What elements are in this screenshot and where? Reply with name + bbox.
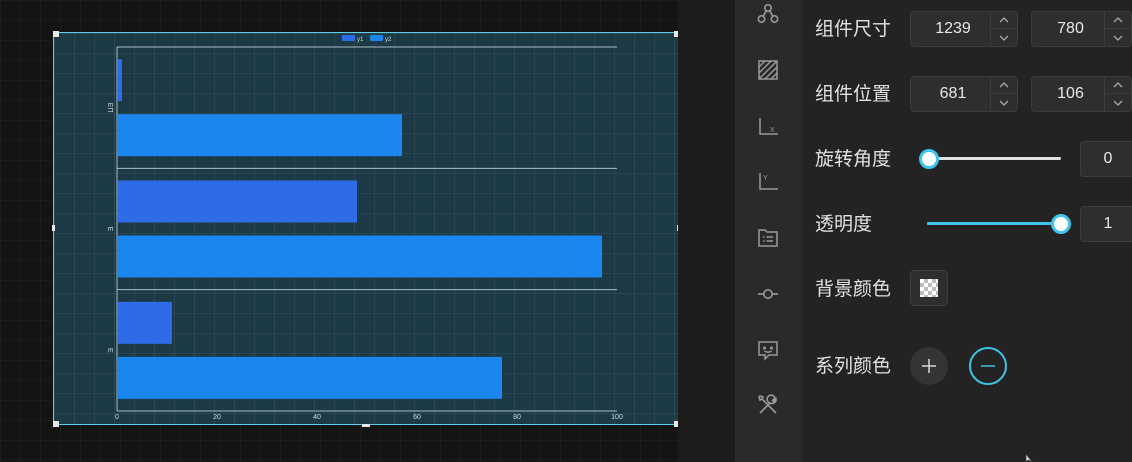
legend-swatch-y1 (342, 35, 355, 41)
height-increment-button[interactable] (1105, 12, 1131, 29)
remove-color-button[interactable] (969, 347, 1007, 385)
opacity-label: 透明度 (815, 213, 873, 235)
chevron-up-icon (1113, 17, 1123, 23)
series-colors-label: 系列颜色 (815, 355, 892, 377)
position-x-decrement-button[interactable] (991, 94, 1017, 111)
bar-y2 (118, 235, 602, 278)
bar-y2 (118, 356, 502, 399)
chevron-up-icon (999, 82, 1009, 88)
bar-chart: ΕΠ Ε Ε 0 20 40 60 80 100 y1 y2 (106, 35, 623, 421)
width-input[interactable]: 1239 (910, 11, 1018, 47)
y-tick-label: Ε (106, 227, 113, 232)
legend-swatch-y2 (370, 35, 383, 41)
x-tick-label: 100 (611, 414, 623, 421)
svg-text:Y: Y (763, 175, 768, 182)
resize-handle-left[interactable] (52, 225, 55, 231)
position-y-value[interactable]: 106 (1032, 77, 1109, 111)
svg-text:X: X (770, 127, 775, 134)
tools-icon[interactable] (756, 393, 780, 417)
opacity-slider-thumb[interactable] (1051, 214, 1071, 234)
x-tick-label: 40 (313, 414, 321, 421)
rotation-slider-track[interactable] (925, 157, 1061, 160)
opacity-slider-fill (927, 222, 1063, 225)
legend-label-y2: y2 (385, 37, 392, 43)
minus-icon (981, 365, 995, 367)
rotation-input[interactable]: 0 (1080, 141, 1132, 177)
tooltip-icon[interactable] (756, 338, 780, 362)
chevron-down-icon (999, 35, 1009, 41)
resize-handle-top-left[interactable] (53, 31, 59, 37)
rotation-slider-thumb[interactable] (919, 149, 939, 169)
legend-icon[interactable] (756, 226, 780, 250)
properties-panel: 组件尺寸 1239 780 组件位置 681 106 旋转角度 0 透明度 1 … (802, 0, 1132, 462)
y-tick-label: Ε (106, 348, 113, 353)
x-tick-label: 80 (513, 414, 521, 421)
bar-y2 (118, 114, 402, 157)
width-increment-button[interactable] (991, 12, 1017, 29)
bar-y1 (118, 180, 357, 223)
background-color-picker[interactable] (910, 270, 948, 306)
rotation-label: 旋转角度 (815, 148, 892, 170)
texture-icon[interactable] (756, 58, 780, 82)
series-point-icon[interactable] (756, 282, 780, 306)
height-value[interactable]: 780 (1032, 12, 1109, 46)
chart-config-toolbar: X Y (735, 0, 802, 462)
rotation-slider[interactable] (919, 149, 1061, 169)
height-stepper (1104, 12, 1131, 46)
x-axis-icon[interactable]: X (756, 115, 780, 139)
plus-icon (922, 359, 936, 373)
position-y-decrement-button[interactable] (1105, 94, 1131, 111)
width-stepper (990, 12, 1017, 46)
position-x-value[interactable]: 681 (911, 77, 995, 111)
position-x-stepper (990, 77, 1017, 111)
y-axis-icon[interactable]: Y (756, 170, 780, 194)
bar-y1 (118, 301, 172, 344)
width-value[interactable]: 1239 (911, 12, 995, 46)
resize-handle-bottom-left[interactable] (53, 421, 59, 427)
background-color-label: 背景颜色 (815, 278, 892, 300)
chevron-up-icon (1113, 82, 1123, 88)
chevron-down-icon (1113, 35, 1123, 41)
x-tick-label: 60 (413, 414, 421, 421)
selected-chart-component[interactable]: ΕΠ Ε Ε 0 20 40 60 80 100 y1 y2 (53, 32, 679, 425)
position-y-increment-button[interactable] (1105, 77, 1131, 94)
y-tick-label: ΕΠ (106, 103, 113, 113)
editor-canvas[interactable]: ΕΠ Ε Ε 0 20 40 60 80 100 y1 y2 (0, 0, 680, 462)
resize-handle-bottom[interactable] (362, 424, 370, 427)
opacity-slider[interactable] (919, 214, 1071, 234)
graph-icon[interactable] (756, 2, 780, 26)
position-x-input[interactable]: 681 (910, 76, 1018, 112)
chevron-down-icon (999, 100, 1009, 106)
width-decrement-button[interactable] (991, 29, 1017, 46)
x-tick-label: 0 (115, 414, 119, 421)
bar-y1 (118, 59, 122, 102)
height-decrement-button[interactable] (1105, 29, 1131, 46)
chevron-down-icon (1113, 100, 1123, 106)
opacity-input[interactable]: 1 (1080, 206, 1132, 242)
mouse-cursor-icon (1025, 454, 1033, 462)
height-input[interactable]: 780 (1031, 11, 1132, 47)
size-label: 组件尺寸 (815, 18, 892, 40)
transparent-swatch-icon (920, 279, 938, 297)
chevron-up-icon (999, 17, 1009, 23)
position-y-stepper (1104, 77, 1131, 111)
position-y-input[interactable]: 106 (1031, 76, 1132, 112)
add-color-button[interactable] (910, 347, 948, 385)
position-label: 组件位置 (815, 83, 892, 105)
legend-label-y1: y1 (357, 37, 364, 43)
canvas-side-gutter (678, 0, 735, 462)
position-x-increment-button[interactable] (991, 77, 1017, 94)
x-tick-label: 20 (213, 414, 221, 421)
